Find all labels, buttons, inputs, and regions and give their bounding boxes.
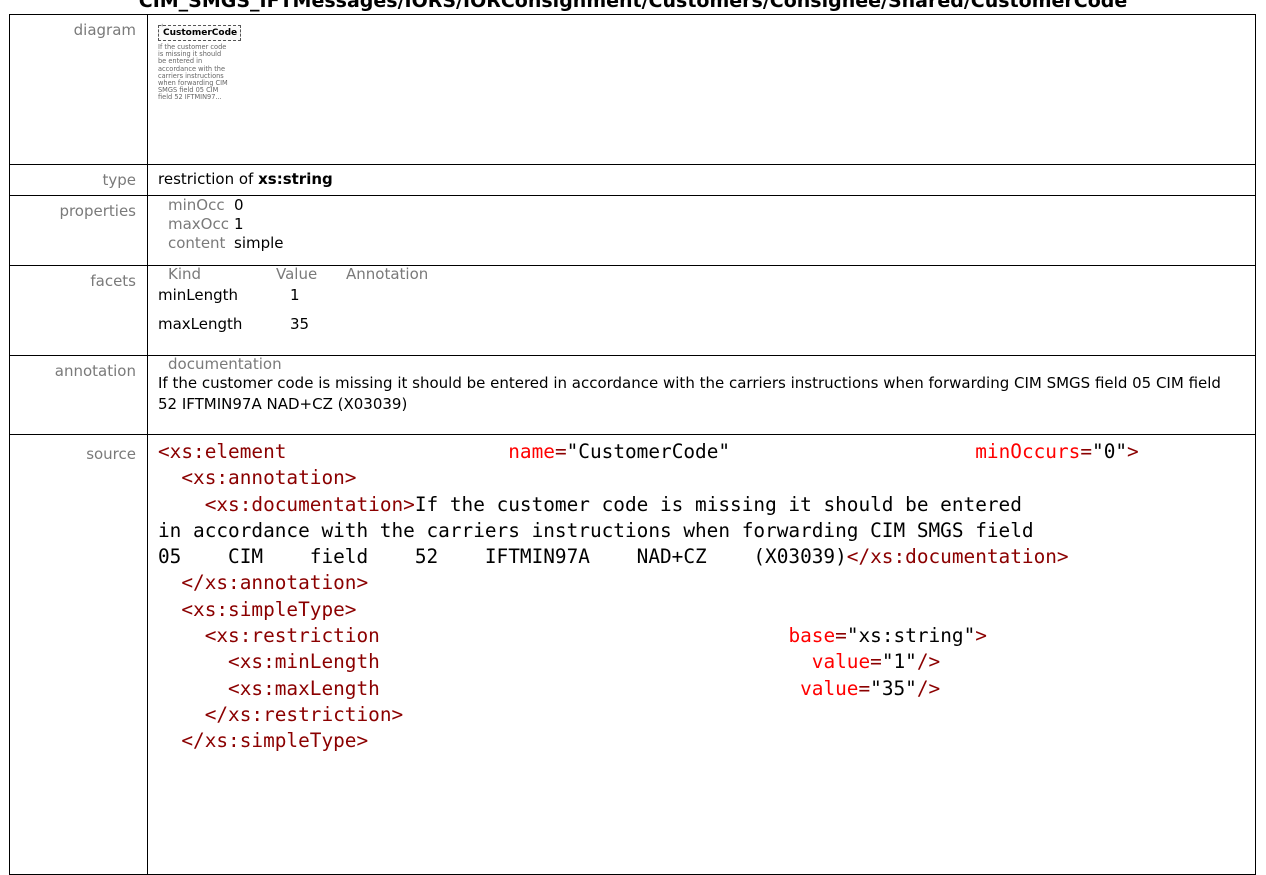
source-tag: <xs:simpleType>: [181, 597, 357, 621]
source-tag: </xs:restriction>: [204, 702, 404, 726]
source-attr: value: [811, 650, 871, 674]
source-label: source: [9, 434, 148, 875]
source-tag: <xs:annotation>: [181, 466, 357, 490]
source-tag: <xs:restriction: [204, 624, 380, 648]
source-text: If the customer code is missing it shoul…: [414, 492, 1022, 516]
source-value: "0": [1092, 440, 1128, 463]
source-row: source <xs:element name="CustomerCode" m…: [9, 434, 1256, 875]
property-key: content: [168, 234, 226, 252]
source-tag-end: >: [1127, 440, 1139, 463]
annotation-text: If the customer code is missing it shoul…: [158, 374, 1221, 413]
facet-row: maxLength 35: [158, 314, 1245, 334]
source-tag-end: />: [916, 676, 941, 700]
properties-label: properties: [9, 195, 148, 266]
source-attr: name: [508, 440, 555, 463]
source-code: <xs:element name="CustomerCode" minOccur…: [158, 439, 1245, 755]
property-value: 1: [234, 215, 244, 233]
page-title: CIM_SMGS_IFTMessages/IORS/IORConsignment…: [138, 0, 1128, 12]
source-value: "CustomerCode": [566, 440, 731, 463]
source-tag-end: >: [975, 624, 987, 648]
source-eq: =: [858, 676, 871, 700]
annotation-row: annotation documentation If the customer…: [9, 355, 1256, 435]
source-value: "35": [870, 676, 917, 700]
source-value: "xs:string": [846, 624, 976, 648]
documentation-table: diagram ⁺ CustomerCode If the customer c…: [9, 14, 1256, 875]
source-tag: </xs:documentation>: [846, 545, 1069, 569]
source-text: in accordance with the carriers instruct…: [158, 518, 1034, 542]
annotation-heading: documentation: [168, 355, 282, 373]
diagram-doc-text: If the customer code is missing it shoul…: [158, 43, 228, 102]
properties-row: properties minOcc 0 maxOcc 1 content sim…: [9, 195, 1256, 266]
element-mark-icon: ⁺: [160, 22, 165, 31]
diagram-element-box[interactable]: ⁺ CustomerCode: [158, 22, 242, 41]
facets-label: facets: [9, 265, 148, 356]
annotation-label: annotation: [9, 355, 148, 435]
type-row: type restriction of xs:string: [9, 164, 1256, 196]
facet-row: minLength 1: [158, 285, 1245, 305]
source-tag: <xs:element: [158, 440, 287, 463]
facet-kind: minLength: [158, 286, 239, 304]
property-key: maxOcc: [168, 215, 229, 233]
facets-header-value: Value: [276, 265, 318, 283]
property-value: simple: [234, 234, 284, 252]
property-value: 0: [234, 196, 244, 214]
source-tag-end: />: [916, 650, 941, 674]
source-attr: value: [800, 676, 859, 700]
facet-value: 35: [290, 315, 310, 333]
facets-header-annotation: Annotation: [346, 265, 429, 283]
facet-kind: maxLength: [158, 315, 243, 333]
source-eq: =: [870, 650, 882, 674]
source-tag: <xs:documentation>: [204, 492, 415, 516]
source-tag: </xs:simpleType>: [181, 729, 369, 753]
source-attr: base: [788, 624, 836, 648]
source-eq: =: [835, 624, 847, 648]
source-tag: </xs:annotation>: [181, 571, 369, 595]
facets-header-kind: Kind: [168, 265, 202, 283]
properties-list: minOcc 0 maxOcc 1 content simple: [168, 196, 1245, 253]
source-tag: <xs:maxLength: [228, 676, 380, 700]
diagram-element-name: CustomerCode: [163, 28, 238, 38]
property-key: minOcc: [168, 196, 225, 214]
facets-header: Kind Value Annotation: [168, 266, 1245, 283]
type-prefix: restriction of: [158, 170, 254, 188]
facet-value: 1: [290, 286, 300, 304]
type-base[interactable]: xs:string: [258, 170, 333, 188]
source-eq: =: [554, 440, 567, 463]
facets-row: facets Kind Value Annotation minLength 1…: [9, 265, 1256, 356]
source-value: "1": [881, 650, 917, 674]
source-text: 05 CIM field 52 IFTMIN97A NAD+CZ (X03039…: [158, 545, 847, 569]
diagram-label: diagram: [9, 14, 148, 165]
source-eq: =: [1080, 440, 1093, 463]
source-tag: <xs:minLength: [228, 650, 380, 674]
type-label: type: [9, 164, 148, 196]
source-attr: minOccurs: [975, 440, 1081, 463]
diagram-row: diagram ⁺ CustomerCode If the customer c…: [9, 14, 1256, 165]
